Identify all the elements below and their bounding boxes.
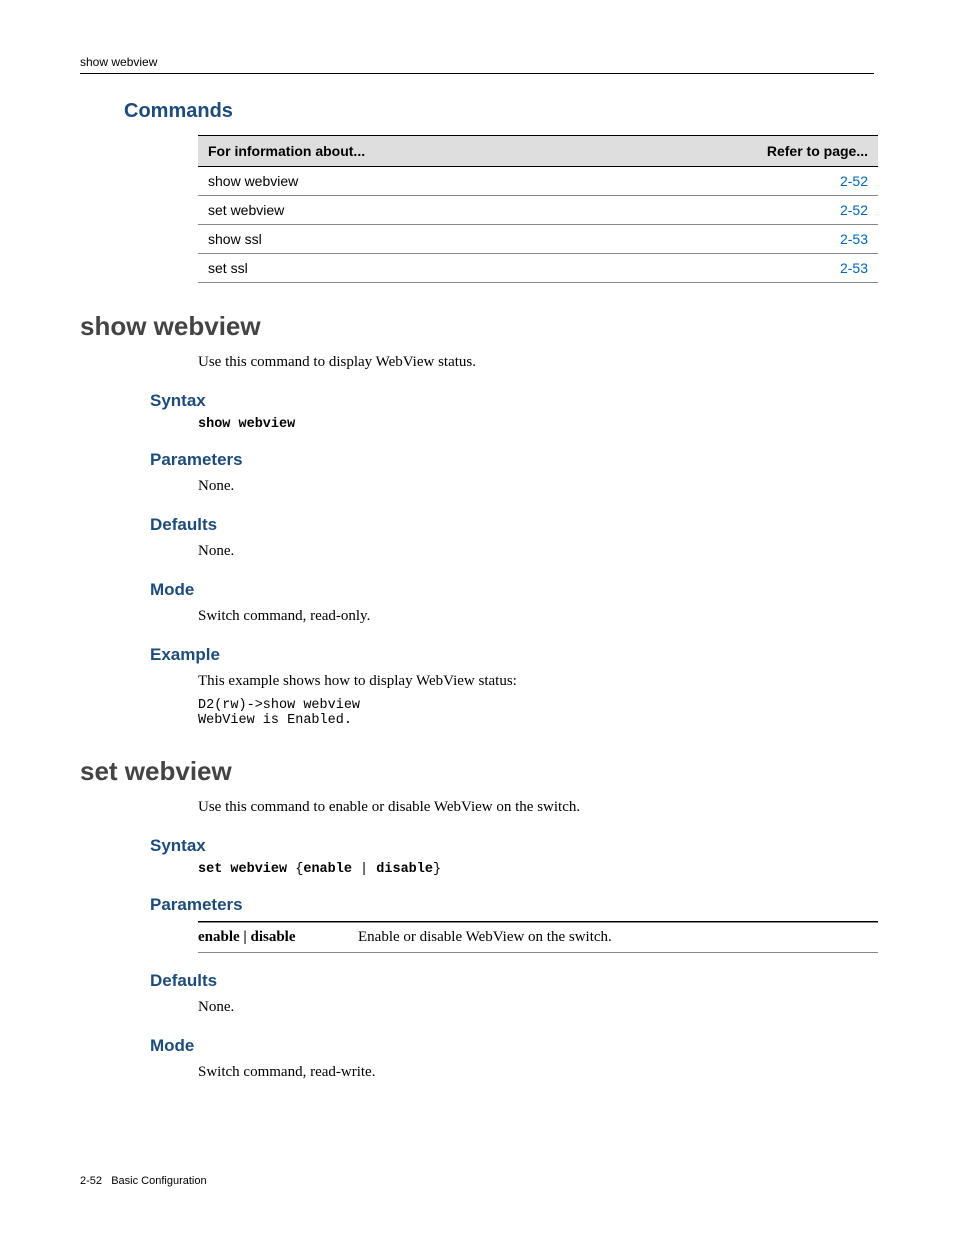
syntax-heading: Syntax: [150, 391, 874, 411]
commands-heading: Commands: [124, 100, 874, 123]
mode-text: Switch command, read‑only.: [198, 606, 874, 627]
defaults-text: None.: [198, 541, 874, 562]
mode-heading: Mode: [150, 1036, 874, 1056]
cmd-table-header-left: For information about...: [198, 136, 602, 167]
set-webview-intro: Use this command to enable or disable We…: [198, 797, 874, 818]
table-row: set webview 2-52: [198, 196, 878, 225]
page: show webview Commands For information ab…: [0, 0, 954, 1235]
table-row: show ssl 2-53: [198, 225, 878, 254]
page-ref-link[interactable]: 2-53: [840, 231, 868, 247]
defaults-heading: Defaults: [150, 515, 874, 535]
syntax-part: enable: [303, 862, 352, 877]
show-webview-title: show webview: [80, 311, 874, 342]
example-heading: Example: [150, 645, 874, 665]
example-intro: This example shows how to display WebVie…: [198, 671, 874, 692]
page-ref-link[interactable]: 2-52: [840, 202, 868, 218]
syntax-heading: Syntax: [150, 836, 874, 856]
commands-table: For information about... Refer to page..…: [198, 135, 878, 283]
parameters-table: enable | disable Enable or disable WebVi…: [198, 921, 878, 953]
example-output: D2(rw)->show webview WebView is Enabled.: [198, 698, 874, 728]
parameters-heading: Parameters: [150, 895, 874, 915]
cmd-table-header-right: Refer to page...: [602, 136, 878, 167]
syntax-pipe: |: [352, 862, 376, 877]
footer-chapter: Basic Configuration: [111, 1175, 206, 1187]
table-row: show webview 2-52: [198, 167, 878, 196]
cmd-name: set webview: [198, 196, 602, 225]
cmd-name: set ssl: [198, 254, 602, 283]
cmd-name: show webview: [198, 167, 602, 196]
table-row: set ssl 2-53: [198, 254, 878, 283]
show-webview-intro: Use this command to display WebView stat…: [198, 352, 874, 373]
parameters-text: None.: [198, 476, 874, 497]
syntax-text: show webview: [198, 417, 874, 432]
parameters-heading: Parameters: [150, 450, 874, 470]
defaults-text: None.: [198, 997, 874, 1018]
param-desc: Enable or disable WebView on the switch.: [358, 923, 878, 953]
running-head: show webview: [80, 55, 874, 69]
mode-heading: Mode: [150, 580, 874, 600]
syntax-text: set webview {enable | disable}: [198, 862, 874, 877]
mode-text: Switch command, read‑write.: [198, 1062, 874, 1083]
page-ref-link[interactable]: 2-53: [840, 260, 868, 276]
syntax-part: set webview: [198, 862, 287, 877]
param-key: enable | disable: [198, 923, 358, 953]
cmd-name: show ssl: [198, 225, 602, 254]
footer-page-num: 2-52: [80, 1175, 102, 1187]
page-ref-link[interactable]: 2-52: [840, 173, 868, 189]
syntax-part: disable: [376, 862, 433, 877]
table-row: enable | disable Enable or disable WebVi…: [198, 923, 878, 953]
page-footer: 2-52 Basic Configuration: [80, 1175, 207, 1187]
defaults-heading: Defaults: [150, 971, 874, 991]
header-rule: [80, 73, 874, 74]
set-webview-title: set webview: [80, 756, 874, 787]
syntax-brace: }: [433, 862, 441, 877]
